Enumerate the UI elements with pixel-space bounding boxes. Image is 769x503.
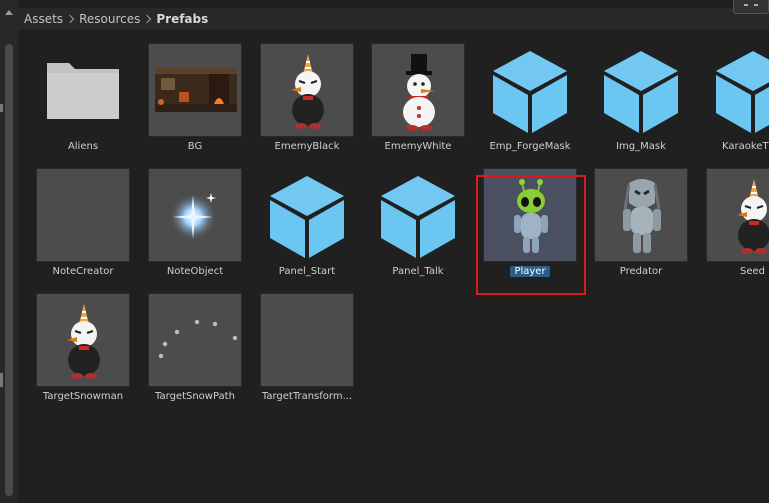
asset-karaoket[interactable]: KaraokeT [706,43,769,159]
asset-grid: Aliens BG EmemyBlack EmemyWhite Emp_Forg… [0,0,769,503]
asset-label: Panel_Talk [392,266,444,277]
asset-label: Emp_ForgeMask [489,141,571,152]
predator-icon [594,168,688,262]
selected-label-text: Player [510,266,550,277]
asset-aliens[interactable]: Aliens [36,43,130,159]
prefab-cube-icon [260,168,354,262]
asset-label: TargetSnowPath [155,391,235,402]
alien-green-icon [483,168,577,262]
asset-targettransform[interactable]: TargetTransform... [260,293,354,409]
prefab-cube-icon [594,43,688,137]
sparkle-icon [148,168,242,262]
asset-label: TargetTransform... [261,391,353,402]
snowman-black-icon [706,168,769,262]
bg-room-thumbnail [148,43,242,137]
asset-noteobject[interactable]: NoteObject [148,168,242,284]
asset-ememyblack[interactable]: EmemyBlack [260,43,354,159]
asset-label: KaraokeT [722,141,769,152]
asset-label: EmemyBlack [274,141,340,152]
asset-player[interactable]: Player [483,168,577,284]
asset-img-mask[interactable]: Img_Mask [594,43,688,159]
asset-seed[interactable]: Seed [706,168,769,284]
asset-label: Predator [619,266,663,277]
prefab-cube-icon [706,43,769,137]
prefab-cube-icon [483,43,577,137]
asset-predator[interactable]: Predator [594,168,688,284]
asset-label-selected: Player [475,266,585,277]
asset-emp-forgemask[interactable]: Emp_ForgeMask [483,43,577,159]
empty-thumbnail [36,168,130,262]
asset-panel-talk[interactable]: Panel_Talk [371,168,465,284]
snowman-black-icon [36,293,130,387]
asset-bg[interactable]: BG [148,43,242,159]
asset-targetsnowman[interactable]: TargetSnowman [36,293,130,409]
empty-thumbnail [260,293,354,387]
asset-label: Img_Mask [616,141,666,152]
asset-label: Seed [740,266,765,277]
asset-label: EmemyWhite [384,141,452,152]
folder-icon [36,43,130,137]
snowman-black-icon [260,43,354,137]
asset-label: NoteCreator [52,266,114,277]
asset-label: Panel_Start [278,266,336,277]
prefab-cube-icon [371,168,465,262]
asset-ememywhite[interactable]: EmemyWhite [371,43,465,159]
snowman-white-icon [371,43,465,137]
asset-notecreator[interactable]: NoteCreator [36,168,130,284]
asset-label: NoteObject [166,266,224,277]
asset-panel-start[interactable]: Panel_Start [260,168,354,284]
asset-label: BG [187,141,203,152]
asset-targetsnowpath[interactable]: TargetSnowPath [148,293,242,409]
asset-label: TargetSnowman [42,391,124,402]
asset-label: Aliens [67,141,99,152]
dots-path-icon [148,293,242,387]
